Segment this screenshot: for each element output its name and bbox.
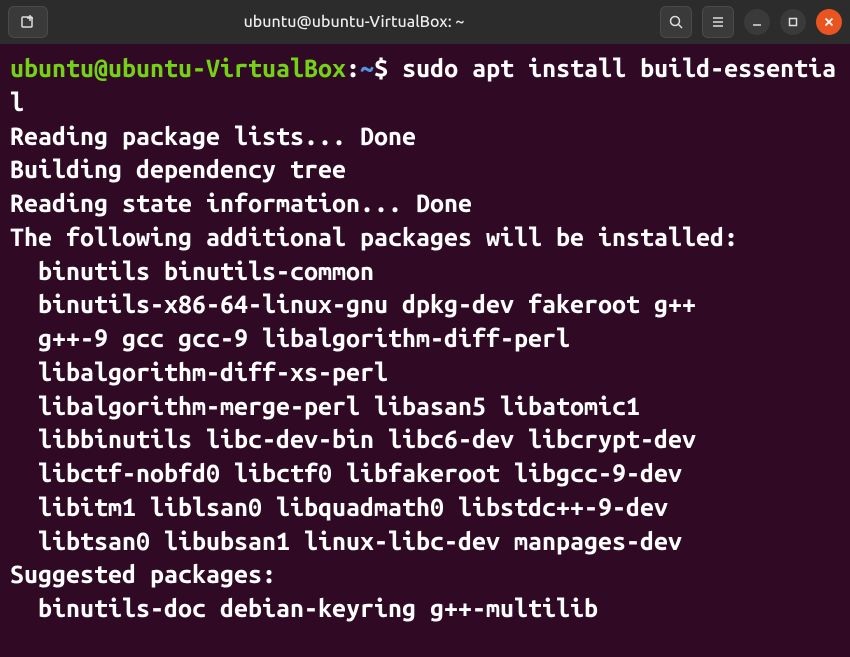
titlebar: ubuntu@ubuntu-VirtualBox: ~ <box>0 0 850 44</box>
package-list-line: libbinutils libc-dev-bin libc6-dev libcr… <box>10 423 840 457</box>
suggested-header: Suggested packages: <box>10 560 276 588</box>
package-list-line: binutils-x86-64-linux-gnu dpkg-dev faker… <box>10 288 840 322</box>
output-line: Reading package lists... Done <box>10 122 416 150</box>
new-tab-icon <box>19 13 37 31</box>
search-icon <box>668 14 684 30</box>
titlebar-left <box>8 6 48 38</box>
prompt-user-host: ubuntu@ubuntu-VirtualBox <box>10 54 346 82</box>
package-list-line: libctf-nobfd0 libctf0 libfakeroot libgcc… <box>10 457 840 491</box>
prompt-separator: : <box>346 54 360 82</box>
menu-button[interactable] <box>702 6 734 38</box>
minimize-button[interactable] <box>744 9 770 35</box>
output-line: Reading state information... Done <box>10 189 472 217</box>
output-line: The following additional packages will b… <box>10 223 738 251</box>
package-list-line: libalgorithm-merge-perl libasan5 libatom… <box>10 390 840 424</box>
close-button[interactable] <box>816 9 842 35</box>
prompt-path: ~ <box>360 54 374 82</box>
hamburger-icon <box>710 14 726 30</box>
terminal-area[interactable]: ubuntu@ubuntu-VirtualBox:~$ sudo apt ins… <box>0 44 850 634</box>
package-list-line: binutils binutils-common <box>10 255 840 289</box>
maximize-button[interactable] <box>780 9 806 35</box>
prompt-symbol: $ <box>374 54 388 82</box>
maximize-icon <box>787 16 799 28</box>
minimize-icon <box>751 16 763 28</box>
package-list-line: libalgorithm-diff-xs-perl <box>10 356 840 390</box>
package-list-line: g++-9 gcc gcc-9 libalgorithm-diff-perl <box>10 322 840 356</box>
package-list-line: libtsan0 libubsan1 linux-libc-dev manpag… <box>10 525 840 559</box>
package-list-line: libitm1 liblsan0 libquadmath0 libstdc++-… <box>10 491 840 525</box>
titlebar-right <box>660 6 842 38</box>
new-tab-button[interactable] <box>8 6 48 38</box>
search-button[interactable] <box>660 6 692 38</box>
window-title: ubuntu@ubuntu-VirtualBox: ~ <box>56 13 652 31</box>
suggested-line: binutils-doc debian-keyring g++-multilib <box>10 592 840 626</box>
close-icon <box>823 16 835 28</box>
output-line: Building dependency tree <box>10 155 346 183</box>
